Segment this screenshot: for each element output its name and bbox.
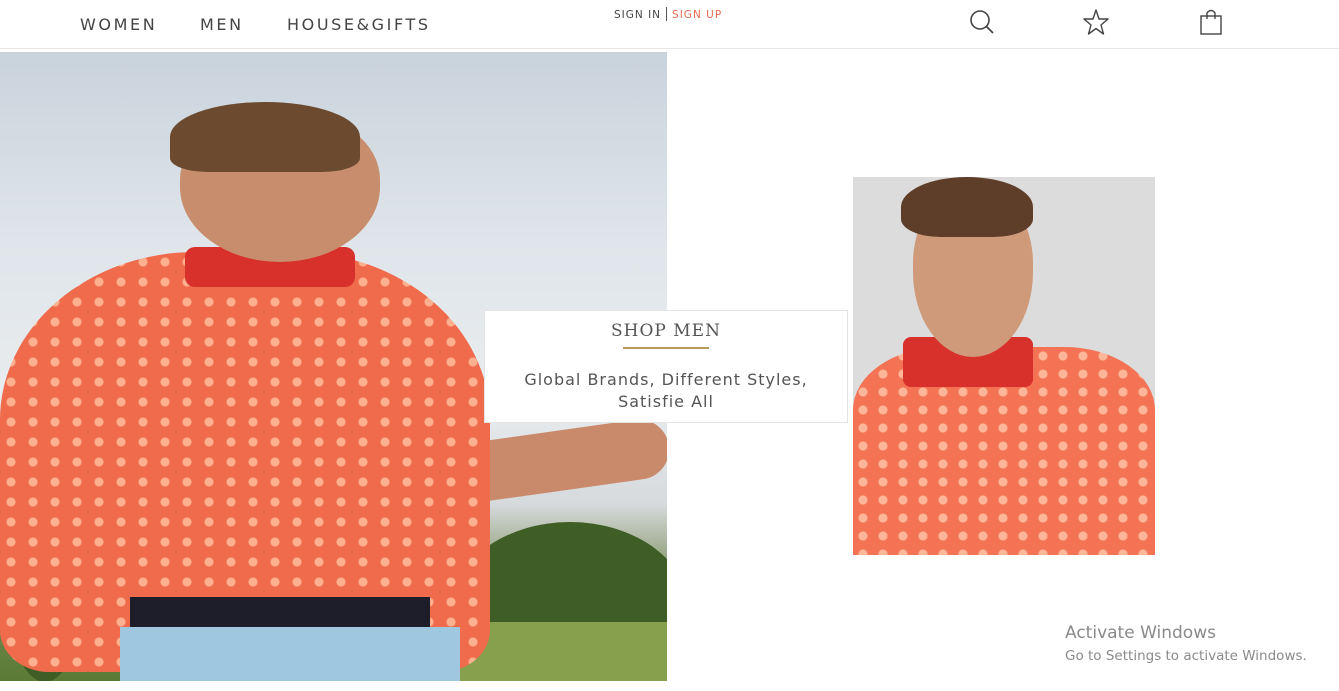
model-hair: [170, 102, 360, 172]
model-pants: [120, 627, 460, 681]
shopping-bag-icon[interactable]: [1197, 7, 1225, 37]
auth-links: SIGN IN SIGN UP: [614, 7, 722, 21]
sign-up-link[interactable]: SIGN UP: [672, 9, 722, 21]
nav-house-gifts[interactable]: HOUSE&GIFTS: [287, 15, 431, 34]
activation-watermark-subtitle: Go to Settings to activate Windows.: [1065, 648, 1307, 664]
title-underline: [623, 347, 709, 349]
site-header: WOMEN MEN HOUSE&GIFTS SIGN IN SIGN UP: [0, 0, 1339, 49]
shop-men-subtitle: Global Brands, Different Styles, Satisfi…: [524, 370, 808, 411]
auth-divider: [666, 7, 668, 21]
product-model-hair: [901, 177, 1033, 237]
product-image[interactable]: [853, 177, 1155, 555]
nav-men[interactable]: MEN: [200, 15, 244, 34]
model-belt: [130, 597, 430, 627]
activation-watermark-title: Activate Windows: [1065, 623, 1216, 643]
shop-men-card[interactable]: SHOP MEN Global Brands, Different Styles…: [484, 310, 848, 423]
shop-men-title[interactable]: SHOP MEN: [485, 321, 847, 341]
search-icon[interactable]: [968, 7, 996, 37]
nav-women[interactable]: WOMEN: [80, 15, 157, 34]
star-icon[interactable]: [1082, 7, 1110, 37]
sign-in-link[interactable]: SIGN IN: [614, 9, 661, 21]
